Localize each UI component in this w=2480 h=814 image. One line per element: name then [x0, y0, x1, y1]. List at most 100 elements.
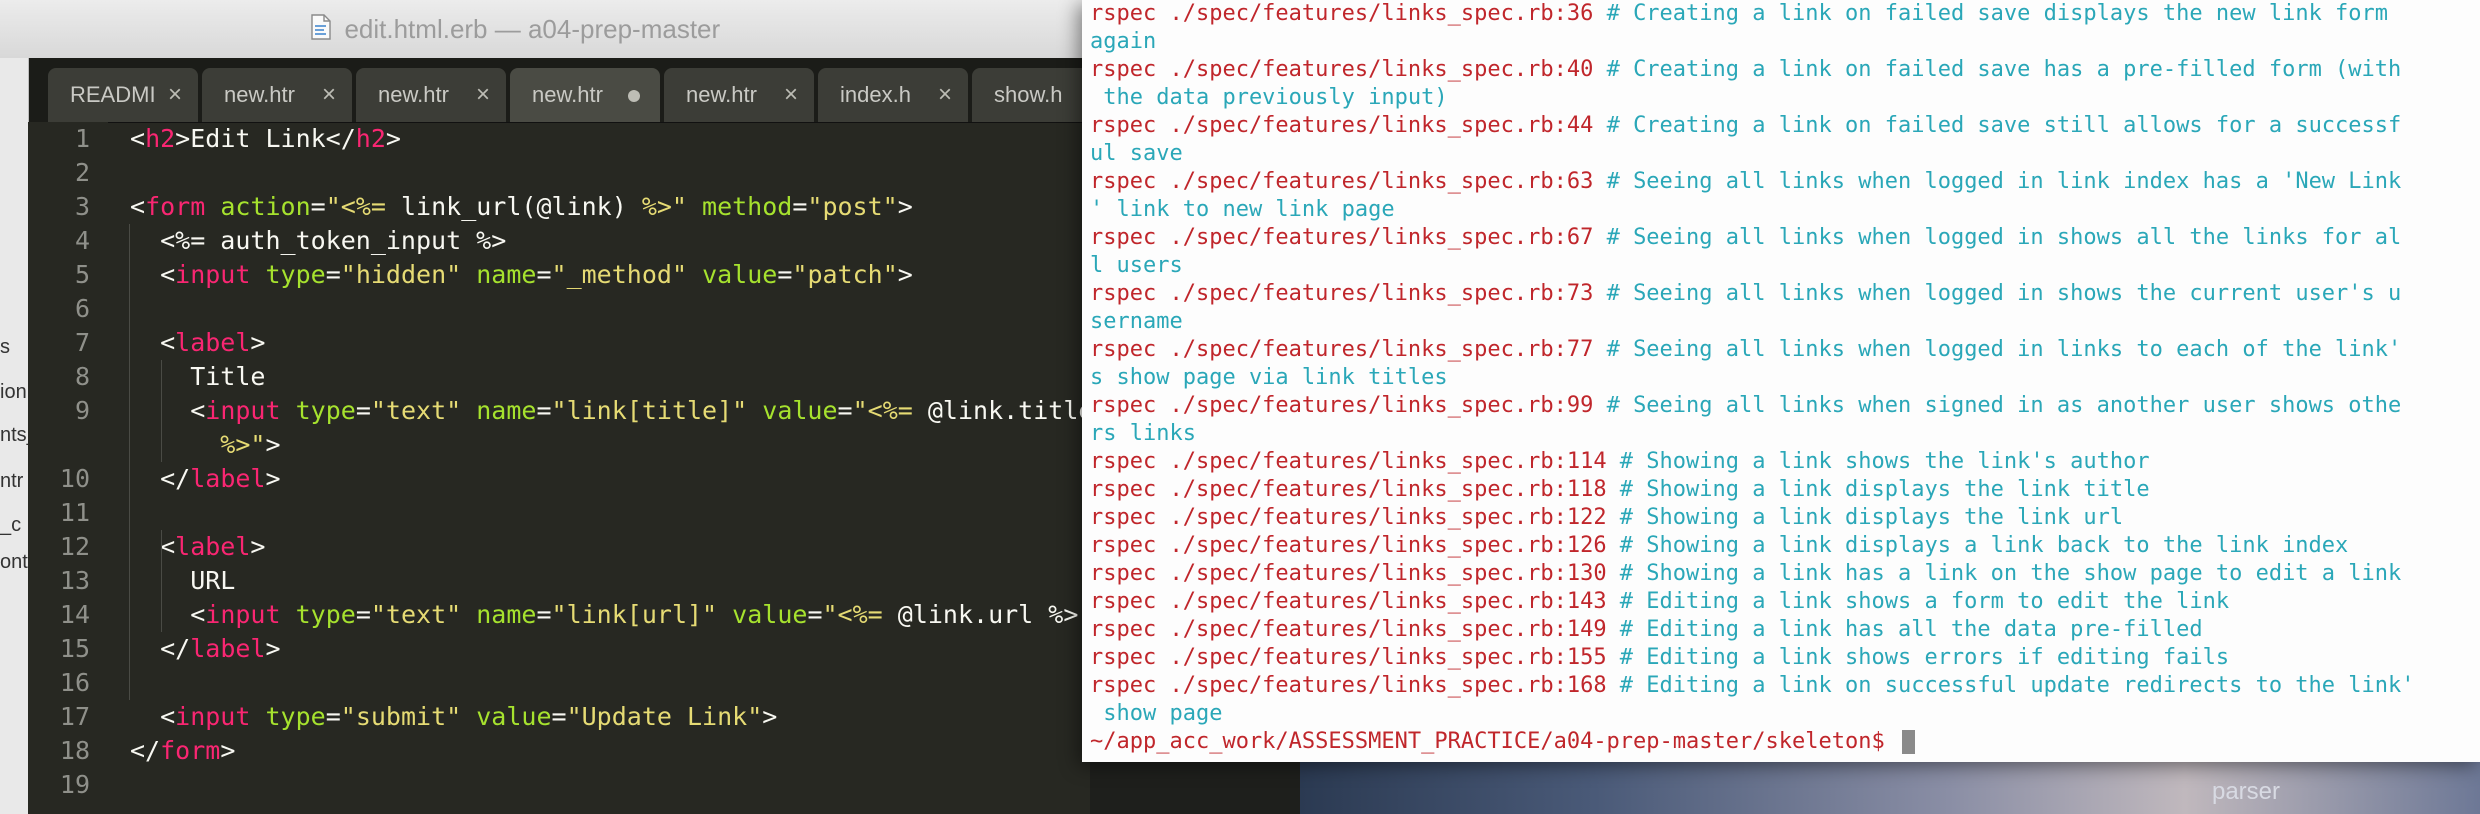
terminal-token: rspec ./spec/features/links_spec.rb:73 [1090, 281, 1594, 306]
terminal-token: # Creating a link on failed save display… [1593, 1, 2389, 26]
line-number: 16 [59, 668, 90, 697]
line-number: 19 [59, 770, 90, 799]
code-token: h2 [355, 124, 386, 153]
terminal-line: sername [1090, 308, 1183, 336]
terminal-line: the data previously input) [1090, 84, 1448, 112]
terminal-line: rspec ./spec/features/links_spec.rb:67 #… [1090, 224, 2401, 252]
editor-tab[interactable]: new.htr × [202, 68, 352, 122]
code-token: Title [130, 362, 266, 391]
terminal-token: rspec ./spec/features/links_spec.rb:143 [1090, 589, 1607, 614]
terminal-token: # Editing a link shows a form to edit th… [1606, 589, 2230, 614]
code-token: @link.title [912, 396, 1090, 425]
code-line: <label> [130, 530, 265, 564]
code-token: input [175, 260, 251, 289]
sidebar-item-fragment[interactable]: s [0, 336, 10, 359]
code-token: < [130, 396, 206, 425]
sidebar-folder-strip[interactable]: s ion nts_ntr _cont [0, 58, 29, 814]
terminal-token: the data previously input) [1090, 85, 1448, 110]
close-icon[interactable]: × [476, 68, 490, 122]
terminal-prompt-line[interactable]: ~/app_acc_work/ASSESSMENT_PRACTICE/a04-p… [1090, 728, 1915, 756]
code-token: "_method" [551, 260, 687, 289]
code-token: URL [130, 566, 236, 595]
terminal-window[interactable]: rspec ./spec/features/links_spec.rb:36 #… [1082, 0, 2480, 762]
terminal-line: rspec ./spec/features/links_spec.rb:40 #… [1090, 56, 2401, 84]
close-icon[interactable]: × [784, 68, 798, 122]
code-token: <%= auth_token_input %> [130, 226, 507, 255]
terminal-line: rspec ./spec/features/links_spec.rb:99 #… [1090, 392, 2401, 420]
terminal-token: s show page via link titles [1090, 365, 1448, 390]
line-number: 9 [74, 396, 90, 425]
sidebar-item-fragment[interactable]: ont [0, 551, 28, 574]
code-token: "<%= [852, 396, 913, 425]
sidebar-item-fragment[interactable]: nts_ [0, 424, 28, 447]
terminal-line: rspec ./spec/features/links_spec.rb:168 … [1090, 672, 2415, 700]
editor-titlebar[interactable]: edit.html.erb — a04-prep-master [0, 0, 1090, 59]
code-token: type [265, 260, 326, 289]
code-token: type [295, 600, 356, 629]
terminal-token: rspec ./spec/features/links_spec.rb:77 [1090, 337, 1594, 362]
code-token: "<%= [822, 600, 883, 629]
terminal-token: rspec ./spec/features/links_spec.rb:63 [1090, 169, 1594, 194]
line-number: 14 [59, 600, 90, 629]
line-number-gutter: 1 2 3 4 5 6 7 8 9 10 11 12 13 14 15 16 17 18 19 [28, 122, 108, 814]
code-token: %>" [641, 192, 687, 221]
editor-tab[interactable]: index.h × [818, 68, 968, 122]
editor-tab[interactable]: READMI × [48, 68, 198, 122]
line-number: 17 [59, 702, 90, 731]
code-token: > [385, 124, 401, 153]
editor-tab[interactable]: new.htr × [356, 68, 506, 122]
code-token: link_url(@link) [385, 192, 642, 221]
editor-tab[interactable]: new.htr [510, 68, 660, 122]
code-area[interactable]: <h2>Edit Link</h2> <form action="<%= link… [108, 122, 1090, 814]
code-token: name [476, 260, 537, 289]
code-token: input [175, 702, 251, 731]
terminal-token: rspec ./spec/features/links_spec.rb:126 [1090, 533, 1607, 558]
tab-label: show.h [994, 82, 1063, 107]
terminal-token: rspec ./spec/features/links_spec.rb:40 [1090, 57, 1594, 82]
sidebar-item-fragment[interactable]: ion [0, 381, 27, 404]
shell-prompt: ~/app_acc_work/ASSESSMENT_PRACTICE/a04-p… [1090, 729, 1898, 754]
code-token: = [536, 396, 552, 425]
code-token: < [130, 328, 176, 357]
terminal-token: # Editing a link on successful update re… [1606, 673, 2415, 698]
close-icon[interactable]: × [938, 68, 952, 122]
indent-guide [129, 224, 130, 700]
line-number: 10 [59, 464, 90, 493]
terminal-line: show page [1090, 700, 1222, 728]
code-token: form [160, 736, 221, 765]
terminal-token: rspec ./spec/features/links_spec.rb:118 [1090, 477, 1607, 502]
code-line: </label> [130, 462, 280, 496]
terminal-token: # Editing a link has all the data pre-fi… [1606, 617, 2203, 642]
terminal-token: # Creating a link on failed save has a p… [1593, 57, 2402, 82]
unsaved-dot-icon[interactable] [628, 90, 640, 102]
code-token: = [777, 260, 793, 289]
terminal-token: # Seeing all links when signed in as ano… [1593, 393, 2402, 418]
code-token: label [190, 464, 266, 493]
terminal-token: ul save [1090, 141, 1183, 166]
terminal-token: rspec ./spec/features/links_spec.rb:149 [1090, 617, 1607, 642]
code-token: label [175, 532, 251, 561]
code-line: <input type="text" name="link[url]" valu… [130, 598, 1090, 632]
sidebar-item-fragment[interactable]: ntr [0, 470, 23, 493]
terminal-line: rspec ./spec/features/links_spec.rb:36 #… [1090, 0, 2388, 28]
terminal-line: l users [1090, 252, 1183, 280]
close-icon[interactable]: × [322, 68, 336, 122]
code-line: Title [130, 360, 265, 394]
code-line: <%= auth_token_input %> [130, 224, 506, 258]
sidebar-item-fragment[interactable]: _c [0, 514, 21, 537]
desktop-folder-label[interactable]: parser [2212, 778, 2280, 806]
line-number: 5 [74, 260, 90, 289]
editor-tab[interactable]: new.htr × [664, 68, 814, 122]
terminal-line: rspec ./spec/features/links_spec.rb:149 … [1090, 616, 2203, 644]
code-line: <h2>Edit Link</h2> [130, 122, 401, 156]
editor-tab[interactable]: show.h× [972, 68, 1090, 122]
close-icon[interactable]: × [168, 68, 182, 122]
terminal-line: rspec ./spec/features/links_spec.rb:114 … [1090, 448, 2150, 476]
